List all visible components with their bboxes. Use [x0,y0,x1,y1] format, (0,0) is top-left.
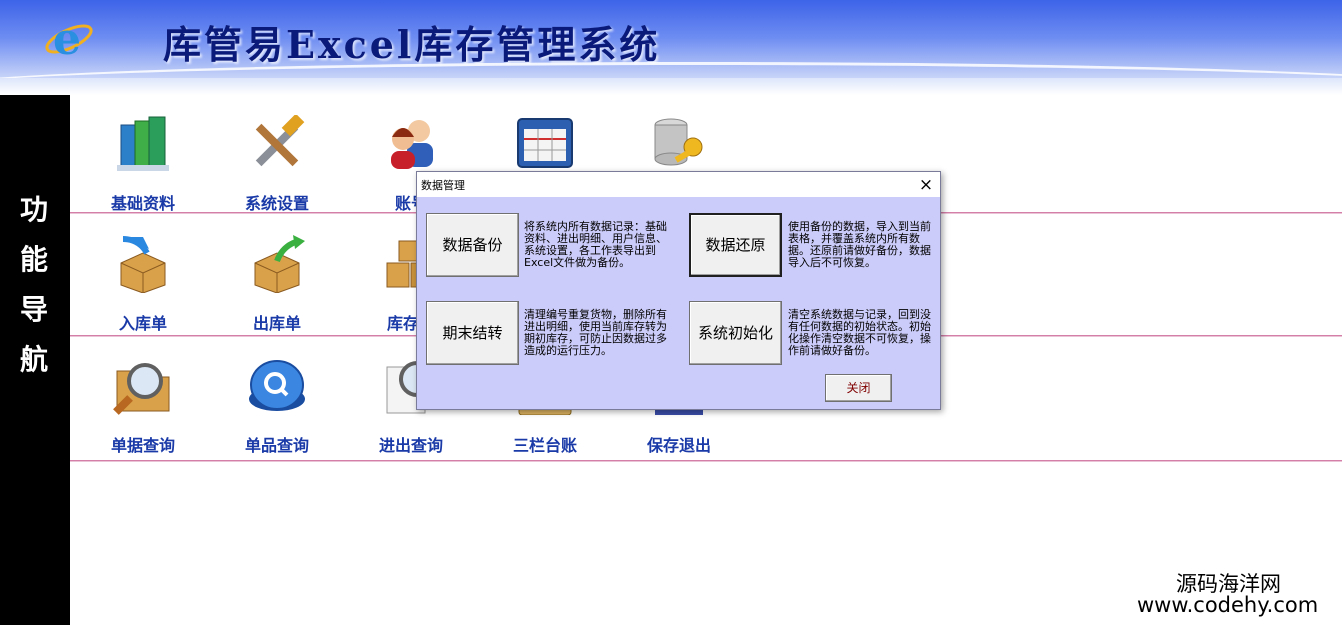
tile-label: 进出查询 [378,436,443,455]
tile-label: 出库单 [252,314,301,333]
tile-system-settings[interactable]: 系统设置 [222,115,332,225]
side-nav: 功能导航 [0,95,70,625]
tile-label: 入库单 [118,314,167,333]
restore-description: 使用备份的数据，导入到当前表格，并覆盖系统内所有数据。还原前请做好备份，数据导入… [788,220,931,269]
tile-label: 系统设置 [244,194,309,213]
app-title: 库管易Excel库存管理系统 [163,22,661,67]
tile-basic-data[interactable]: 基础资料 [88,115,198,225]
system-init-description: 清空系统数据与记录，回到没有任何数据的初始状态。初始化操作清空数据不可恢复，操作… [788,308,931,357]
tile-label: 保存退出 [646,436,711,455]
header-banner: e 库管易Excel库存管理系统 [0,0,1342,95]
tools-icon [255,115,305,167]
tile-item-query[interactable]: 单品查询 [222,357,332,467]
system-init-button[interactable]: 系统初始化 [689,301,782,365]
watermark-url: www.codehy.com [1137,593,1319,617]
search-button-icon [249,360,305,411]
side-nav-label: 功能导航 [19,193,48,376]
backup-description: 将系统内所有数据记录：基础资料、进出明细、用户信息、系统设置，各工作表导出到Ex… [524,220,667,269]
tile-label: 单品查询 [244,436,309,455]
box-out-icon [254,235,305,293]
close-icon[interactable]: × [916,175,936,195]
tile-label: 单据查询 [110,436,175,455]
tile-stock-out[interactable]: 出库单 [222,235,332,345]
books-icon [117,116,169,171]
dialog-title: 数据管理 [421,179,465,192]
database-key-icon [654,118,703,166]
tile-label: 基础资料 [110,194,175,213]
folder-search-icon [113,363,170,415]
tile-document-query[interactable]: 单据查询 [88,357,198,467]
ie-logo-icon: e [45,14,93,64]
box-in-icon [120,236,166,293]
period-end-button[interactable]: 期末结转 [426,301,519,365]
header-fade [0,78,1342,95]
tile-label: 三栏台账 [512,436,577,455]
backup-button[interactable]: 数据备份 [426,213,519,277]
table-window-icon [517,118,573,168]
close-button[interactable]: 关闭 [825,374,892,402]
period-end-description: 清理编号重复货物，删除所有进出明细，使用当前库存转为期初库存，可防止因数据过多造… [524,308,667,357]
tile-stock-in[interactable]: 入库单 [88,235,198,345]
restore-button[interactable]: 数据还原 [689,213,782,277]
dialog-titlebar: 数据管理 × [417,172,940,197]
svg-text:e: e [53,14,81,64]
data-management-dialog: 数据管理 × 数据备份 将系统内所有数据记录：基础资料、进出明细、用户信息、系统… [416,171,941,410]
users-icon [391,120,433,169]
